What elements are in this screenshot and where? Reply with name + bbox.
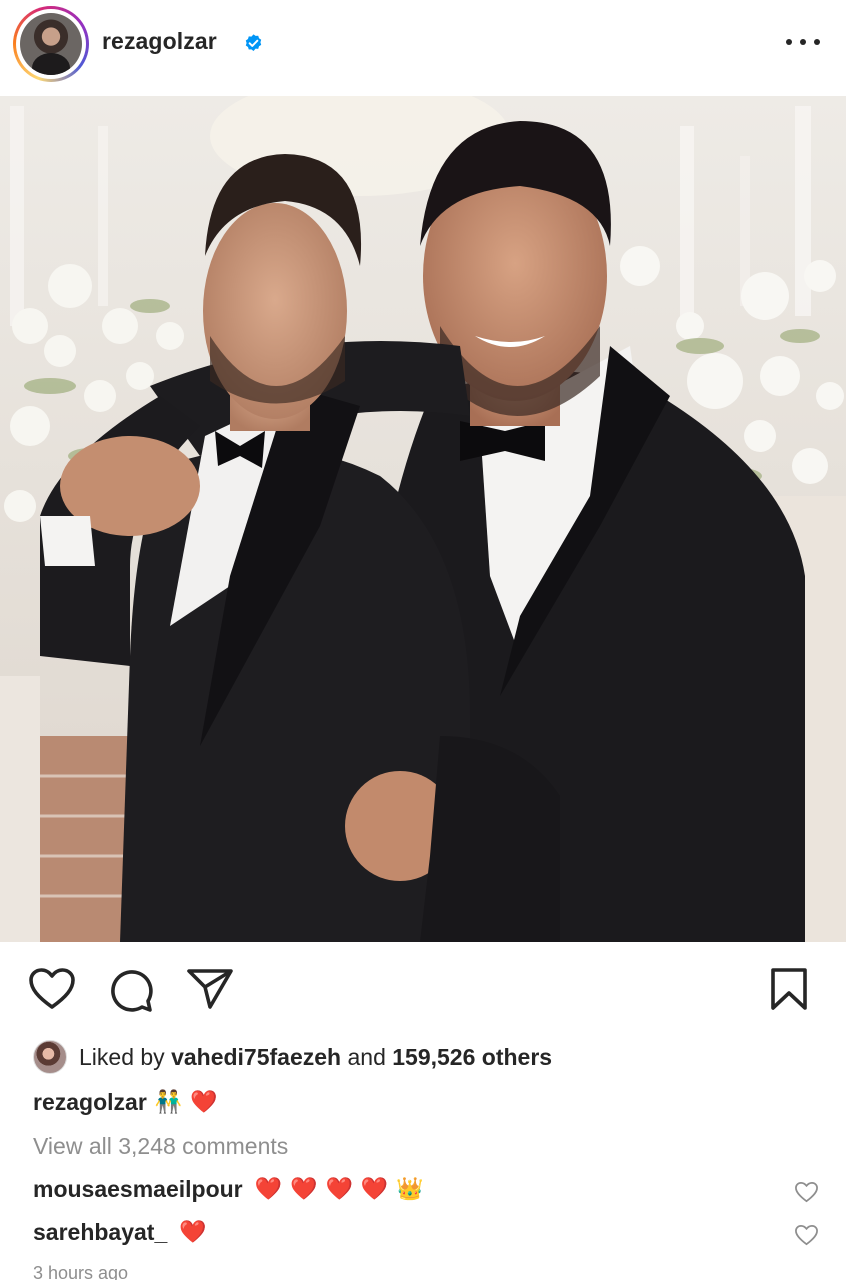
share-button[interactable] bbox=[186, 968, 234, 1010]
likes-middle: and bbox=[341, 1043, 393, 1070]
comment-emoji: ❤️ bbox=[290, 1177, 318, 1202]
comment-like-heart-icon[interactable] bbox=[794, 1180, 819, 1205]
liker-username[interactable]: vahedi75faezeh bbox=[171, 1044, 341, 1070]
photo-illustration bbox=[0, 96, 846, 942]
liker-avatar[interactable] bbox=[33, 1040, 67, 1074]
comment-like-heart-icon[interactable] bbox=[794, 1223, 819, 1248]
post-header: rezagolzar bbox=[0, 0, 846, 96]
bookmark-icon bbox=[771, 968, 807, 1010]
comment-emoji: ❤️ bbox=[179, 1220, 207, 1245]
heart-icon bbox=[29, 968, 75, 1009]
author-avatar[interactable] bbox=[20, 13, 82, 75]
like-button[interactable] bbox=[28, 967, 76, 1011]
comment-emoji: ❤️ bbox=[254, 1177, 283, 1202]
comment-username[interactable]: mousaesmaeilpour bbox=[33, 1176, 243, 1203]
save-button[interactable] bbox=[770, 967, 808, 1011]
caption-username[interactable]: rezagolzar bbox=[33, 1089, 147, 1116]
comment-button[interactable] bbox=[108, 968, 154, 1012]
comment-emoji: ❤️ bbox=[360, 1177, 389, 1202]
post-photo[interactable] bbox=[0, 96, 846, 942]
likes-count[interactable]: 159,526 others bbox=[392, 1044, 552, 1070]
likes-summary[interactable]: Liked by vahedi75faezeh and 159,526 othe… bbox=[33, 1040, 552, 1074]
send-icon bbox=[187, 969, 233, 1009]
caption-heart-emoji: ❤️ bbox=[190, 1090, 218, 1115]
story-ring[interactable] bbox=[13, 6, 89, 82]
comment-item: mousaesmaeilpour ❤️ ❤️ ❤️ ❤️ 👑 bbox=[33, 1176, 424, 1203]
caption: rezagolzar 👬 ❤️ bbox=[33, 1089, 218, 1116]
more-options-icon[interactable] bbox=[786, 36, 820, 50]
comment-username[interactable]: sarehbayat_ bbox=[33, 1219, 167, 1246]
comment-emoji: ❤️ bbox=[325, 1177, 353, 1202]
caption-emoji: 👬 bbox=[154, 1090, 183, 1115]
likes-prefix: Liked by bbox=[79, 1043, 172, 1070]
comment-icon bbox=[111, 970, 153, 1012]
comment-emoji: 👑 bbox=[396, 1177, 424, 1202]
comment-item: sarehbayat_ ❤️ bbox=[33, 1219, 207, 1246]
view-all-comments-link[interactable]: View all 3,248 comments bbox=[33, 1133, 288, 1160]
post-timestamp: 3 hours ago bbox=[33, 1263, 129, 1280]
author-username[interactable]: rezagolzar bbox=[102, 28, 217, 55]
verified-badge-icon bbox=[245, 34, 262, 51]
